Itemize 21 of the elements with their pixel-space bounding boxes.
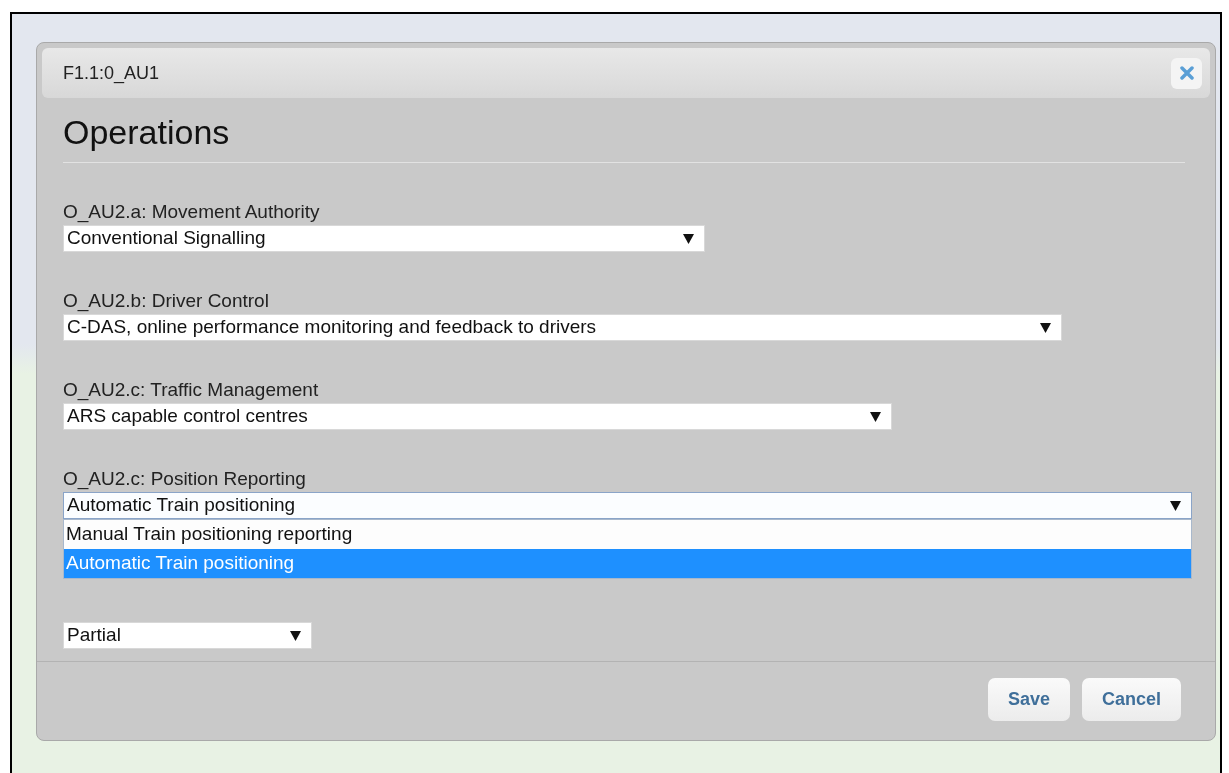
field-label: O_AU2.c: Position Reporting [63,467,307,492]
dialog-button[interactable]: Cancel [1081,678,1181,721]
dialog-button[interactable]: Save [987,678,1070,721]
caret-icon [1170,500,1181,511]
field-label: O_AU2.b: Driver Control [63,289,270,314]
field-label: O_AU2.a: Movement Authority [63,200,321,225]
dialog-heading: Operations [63,112,231,153]
caret-icon [290,630,301,641]
caret-icon [683,233,694,244]
dropdown-select[interactable]: Automatic Train positioning [63,492,1192,519]
close-button[interactable] [1171,57,1202,89]
dropdown-option[interactable]: Manual Train positioning reporting [64,520,1191,549]
dropdown-select[interactable]: Conventional Signalling [63,225,705,252]
dropdown-select[interactable]: C-DAS, online performance monitoring and feedback to drivers [63,314,1062,341]
close-icon [1179,66,1194,80]
dialog-title: F1.1:0_AU1 [63,61,160,86]
dropdown-select[interactable]: Partial [63,622,312,649]
field-label: O_AU2.c: Traffic Management [63,378,320,403]
caret-icon [870,411,881,422]
caret-icon [1040,322,1051,333]
dropdown-select[interactable]: ARS capable control centres [63,403,892,430]
